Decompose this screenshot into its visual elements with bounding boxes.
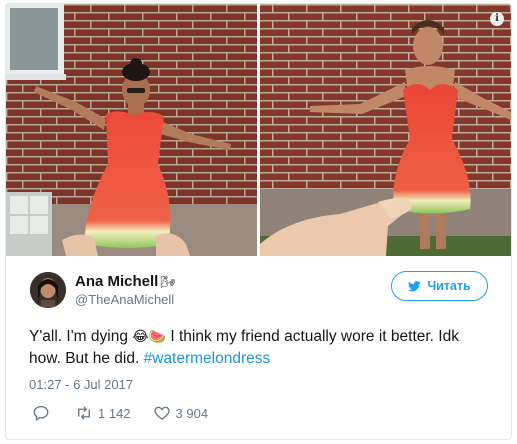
laughing-watermelon-emoji-icon: 😂🍉 bbox=[132, 329, 167, 345]
like-button[interactable]: 3 904 bbox=[153, 404, 209, 422]
tweet-text: Y'all. I'm dying 😂🍉 I think my friend ac… bbox=[29, 326, 494, 369]
user-handle[interactable]: @TheAnaMichell bbox=[75, 292, 174, 307]
info-icon[interactable]: i bbox=[490, 12, 504, 26]
tweet-text-part1: Y'all. I'm dying bbox=[29, 328, 133, 345]
tweet-timestamp[interactable]: 01:27 - 6 Jul 2017 bbox=[29, 377, 133, 392]
like-count: 3 904 bbox=[175, 405, 209, 421]
display-name-text[interactable]: Ana Michell bbox=[75, 273, 158, 290]
retweet-icon bbox=[78, 406, 90, 420]
follow-button-label: Читать bbox=[427, 279, 471, 293]
reply-icon bbox=[33, 405, 49, 422]
retweet-button[interactable]: 1 142 bbox=[75, 404, 131, 422]
wind-emoji-icon: 🌬 bbox=[160, 275, 176, 289]
retweet-count: 1 142 bbox=[98, 405, 131, 421]
photo-man-watermelon-dress[interactable]: i bbox=[260, 4, 511, 256]
photo-woman-watermelon-dress[interactable] bbox=[6, 4, 257, 256]
tweet-actions: 1 142 3 904 bbox=[32, 403, 208, 423]
twitter-bird-icon bbox=[408, 280, 422, 291]
display-name[interactable]: Ana Michell 🌬 bbox=[75, 273, 176, 290]
tweet-media[interactable]: i bbox=[6, 4, 511, 256]
avatar[interactable] bbox=[30, 272, 66, 308]
tweet-card[interactable]: i Ana Michell 🌬 @TheAnaMichell Читать Y'a… bbox=[5, 3, 512, 440]
follow-button[interactable]: Читать bbox=[391, 271, 488, 301]
reply-button[interactable] bbox=[32, 404, 50, 422]
hashtag-link[interactable]: #watermelondress bbox=[144, 350, 271, 367]
tweet-header: Ana Michell 🌬 @TheAnaMichell Читать bbox=[6, 256, 511, 322]
heart-icon bbox=[153, 406, 170, 420]
